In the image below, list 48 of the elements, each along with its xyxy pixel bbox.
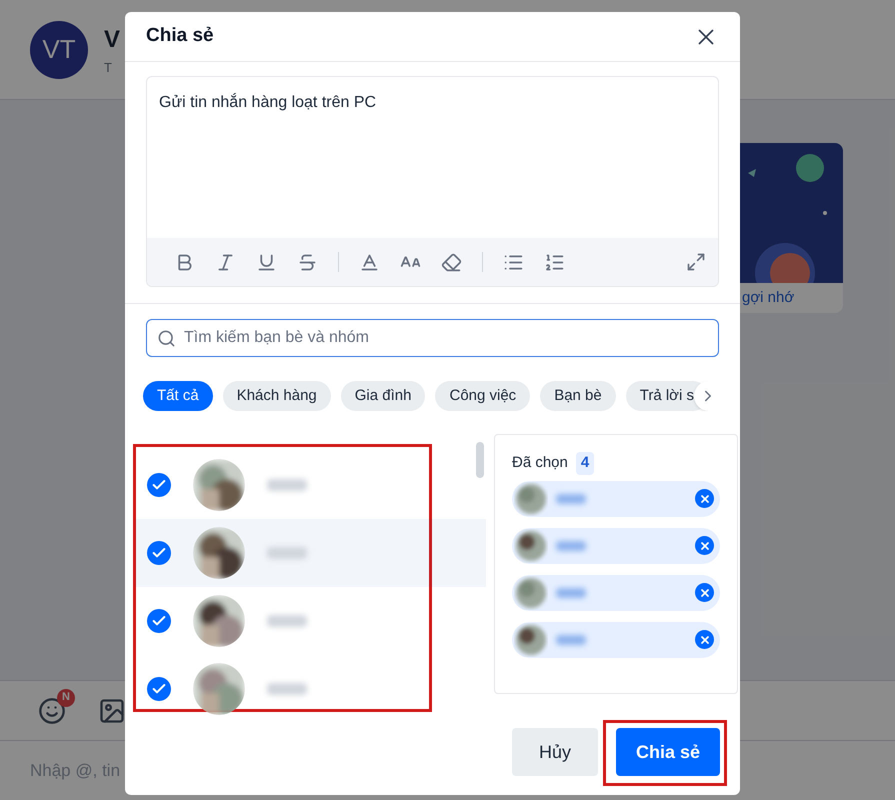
remove-button[interactable] [695, 489, 714, 508]
share-button[interactable]: Chia sẻ [616, 728, 720, 776]
scrollbar-thumb[interactable] [476, 442, 484, 478]
underline-icon[interactable] [256, 252, 277, 272]
chat-subtitle: T [104, 58, 113, 77]
checkbox[interactable] [147, 677, 171, 701]
selected-count: 4 [576, 452, 594, 474]
search-icon [157, 328, 176, 348]
blurred-name [267, 547, 307, 559]
cancel-button[interactable]: Hủy [512, 728, 598, 776]
remove-button[interactable] [695, 536, 714, 555]
filter-tab[interactable]: Khách hàng [222, 381, 331, 411]
remove-button[interactable] [695, 583, 714, 602]
text-color-icon[interactable] [359, 252, 380, 272]
strikethrough-icon[interactable] [297, 252, 318, 272]
numbered-list-icon[interactable] [544, 252, 565, 272]
dialog-title: Chia sẻ [146, 24, 214, 48]
selected-label: Đã chọn [512, 453, 568, 473]
filter-tab[interactable]: Gia đình [340, 381, 426, 411]
new-badge: N [57, 688, 75, 706]
blurred-name [267, 479, 307, 491]
filter-tab[interactable]: Công việc [435, 381, 530, 411]
expand-icon[interactable] [686, 252, 706, 272]
blurred-name [556, 494, 586, 504]
blurred-name [556, 634, 586, 644]
blurred-name [267, 683, 307, 695]
close-icon [698, 634, 710, 646]
close-icon [698, 540, 710, 552]
blurred-name [556, 588, 586, 598]
filter-tab[interactable]: Bạn bè [540, 381, 616, 411]
close-icon [698, 492, 710, 504]
filter-tab[interactable]: Tất cả [143, 381, 213, 411]
card-caption: gợi nhớ [742, 288, 794, 308]
eraser-icon[interactable] [441, 252, 462, 272]
message-text: Gửi tin nhắn hàng loạt trên PC [159, 94, 376, 111]
blurred-name [267, 615, 307, 627]
image-icon[interactable] [98, 696, 126, 724]
message-editor[interactable]: Gửi tin nhắn hàng loạt trên PC [146, 76, 719, 287]
checkbox[interactable] [147, 609, 171, 633]
contact-row[interactable] [135, 519, 486, 587]
checkbox[interactable] [147, 541, 171, 565]
blurred-name [556, 540, 586, 550]
close-icon [698, 586, 710, 598]
remove-button[interactable] [695, 630, 714, 649]
chat-title: V [104, 24, 120, 55]
checkbox[interactable] [147, 473, 171, 497]
search-field[interactable]: Tìm kiếm bạn bè và nhóm [146, 319, 719, 357]
avatar: VT [30, 20, 88, 78]
